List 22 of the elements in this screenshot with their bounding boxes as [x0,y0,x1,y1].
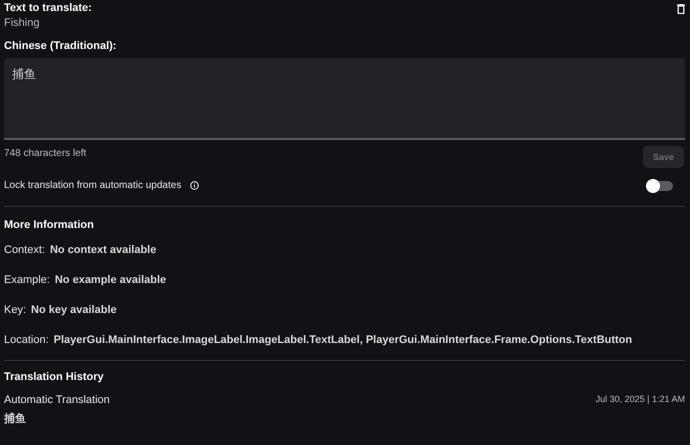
character-count: 748 characters left [4,148,86,159]
field-value: No example available [54,274,166,286]
source-text: Fishing [4,17,40,29]
delete-icon[interactable] [677,4,685,14]
field-label: Example: [4,274,50,286]
translation-field[interactable]: 捕鱼 [4,58,685,140]
lock-label: Lock translation from automatic updates [4,180,182,191]
section-label: Text to translate: [4,2,92,14]
history-source: Automatic Translation [4,394,110,406]
field-label: Context: [4,244,45,256]
history-timestamp: Jul 30, 2025 | 1:21 AM [596,394,685,404]
field-label: Key: [4,304,26,316]
history-text: 捕鱼 [4,411,27,426]
toggle-switch[interactable] [649,180,673,190]
field-value: No context available [50,244,156,256]
field-label: Location: [4,334,49,346]
section-heading: Translation History [4,371,105,383]
field-value: No key available [31,304,117,316]
section-heading: More Information [4,219,95,231]
info-icon[interactable] [190,180,200,190]
language-label: Chinese (Traditional): [4,40,118,52]
field-value: PlayerGui.MainInterface.ImageLabel.ImageLabel.TextLabel, PlayerGui.MainInterface.Frame.Options.TextButton [54,334,632,346]
